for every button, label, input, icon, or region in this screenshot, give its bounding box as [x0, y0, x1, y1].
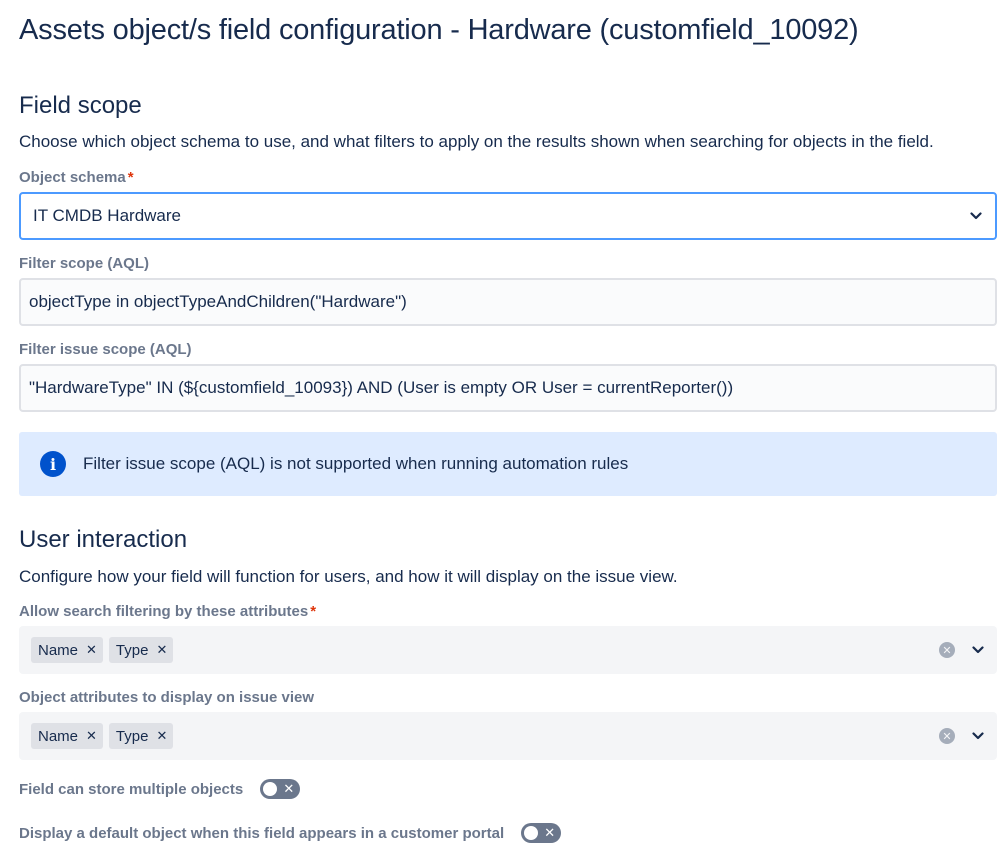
required-asterisk: *	[310, 603, 317, 620]
tag-type: Type ✕	[108, 723, 174, 749]
object-schema-label: Object schema *	[19, 169, 134, 186]
display-attrs-tags: Name ✕ Type ✕	[31, 723, 939, 749]
filter-issue-scope-input[interactable]	[29, 378, 987, 398]
chevron-down-icon[interactable]	[969, 212, 983, 220]
object-schema-label-text: Object schema	[19, 169, 126, 186]
filter-scope-label: Filter scope (AQL)	[19, 255, 150, 272]
chevron-down-icon[interactable]	[971, 732, 985, 740]
remove-tag-icon[interactable]: ✕	[86, 728, 97, 744]
user-interaction-description: Configure how your field will function f…	[19, 567, 678, 586]
default-object-toggle[interactable]: ✕	[521, 823, 562, 843]
default-object-label: Display a default object when this field…	[19, 824, 505, 842]
clear-icon[interactable]: ✕	[939, 642, 955, 658]
display-attrs-multiselect[interactable]: Name ✕ Type ✕ ✕	[19, 712, 997, 760]
close-icon: ✕	[283, 781, 295, 796]
tag-name: Name ✕	[31, 637, 103, 663]
search-filter-multiselect[interactable]: Name ✕ Type ✕ ✕	[19, 626, 997, 674]
info-icon: i	[40, 451, 66, 477]
tag-label: Name	[38, 641, 79, 659]
filter-issue-scope-field[interactable]	[19, 364, 997, 412]
clear-icon[interactable]: ✕	[939, 728, 955, 744]
remove-tag-icon[interactable]: ✕	[156, 642, 167, 658]
multiple-objects-row: Field can store multiple objects ✕	[19, 779, 301, 799]
chevron-down-icon[interactable]	[971, 646, 985, 654]
filter-scope-input[interactable]	[29, 292, 987, 312]
remove-tag-icon[interactable]: ✕	[86, 642, 97, 658]
tag-label: Type	[115, 641, 149, 659]
remove-tag-icon[interactable]: ✕	[156, 728, 167, 744]
toggle-knob	[524, 826, 539, 840]
display-attrs-label: Object attributes to display on issue vi…	[19, 689, 315, 706]
info-banner: i Filter issue scope (AQL) is not suppor…	[19, 432, 997, 496]
multiple-objects-label: Field can store multiple objects	[19, 780, 244, 798]
filter-scope-field[interactable]	[19, 278, 997, 326]
tag-name: Name ✕	[31, 723, 103, 749]
search-filter-label-text: Allow search filtering by these attribut…	[19, 603, 309, 620]
tag-label: Name	[38, 727, 79, 745]
filter-issue-scope-label: Filter issue scope (AQL)	[19, 341, 192, 358]
field-scope-description: Choose which object schema to use, and w…	[19, 132, 934, 151]
tag-label: Type	[115, 727, 149, 745]
tag-type: Type ✕	[108, 637, 174, 663]
info-banner-text: Filter issue scope (AQL) is not supporte…	[83, 454, 629, 473]
field-scope-title: Field scope	[19, 92, 142, 119]
search-filter-tags: Name ✕ Type ✕	[31, 637, 939, 663]
required-asterisk: *	[127, 169, 134, 186]
page-title: Assets object/s field configuration - Ha…	[19, 14, 859, 46]
default-object-row: Display a default object when this field…	[19, 823, 562, 843]
user-interaction-title: User interaction	[19, 526, 188, 553]
close-icon: ✕	[544, 825, 556, 840]
search-filter-label: Allow search filtering by these attribut…	[19, 603, 316, 620]
object-schema-value: IT CMDB Hardware	[33, 206, 181, 225]
toggle-knob	[263, 782, 278, 796]
object-schema-select[interactable]: IT CMDB Hardware	[19, 192, 997, 240]
multiple-objects-toggle[interactable]: ✕	[260, 779, 301, 799]
